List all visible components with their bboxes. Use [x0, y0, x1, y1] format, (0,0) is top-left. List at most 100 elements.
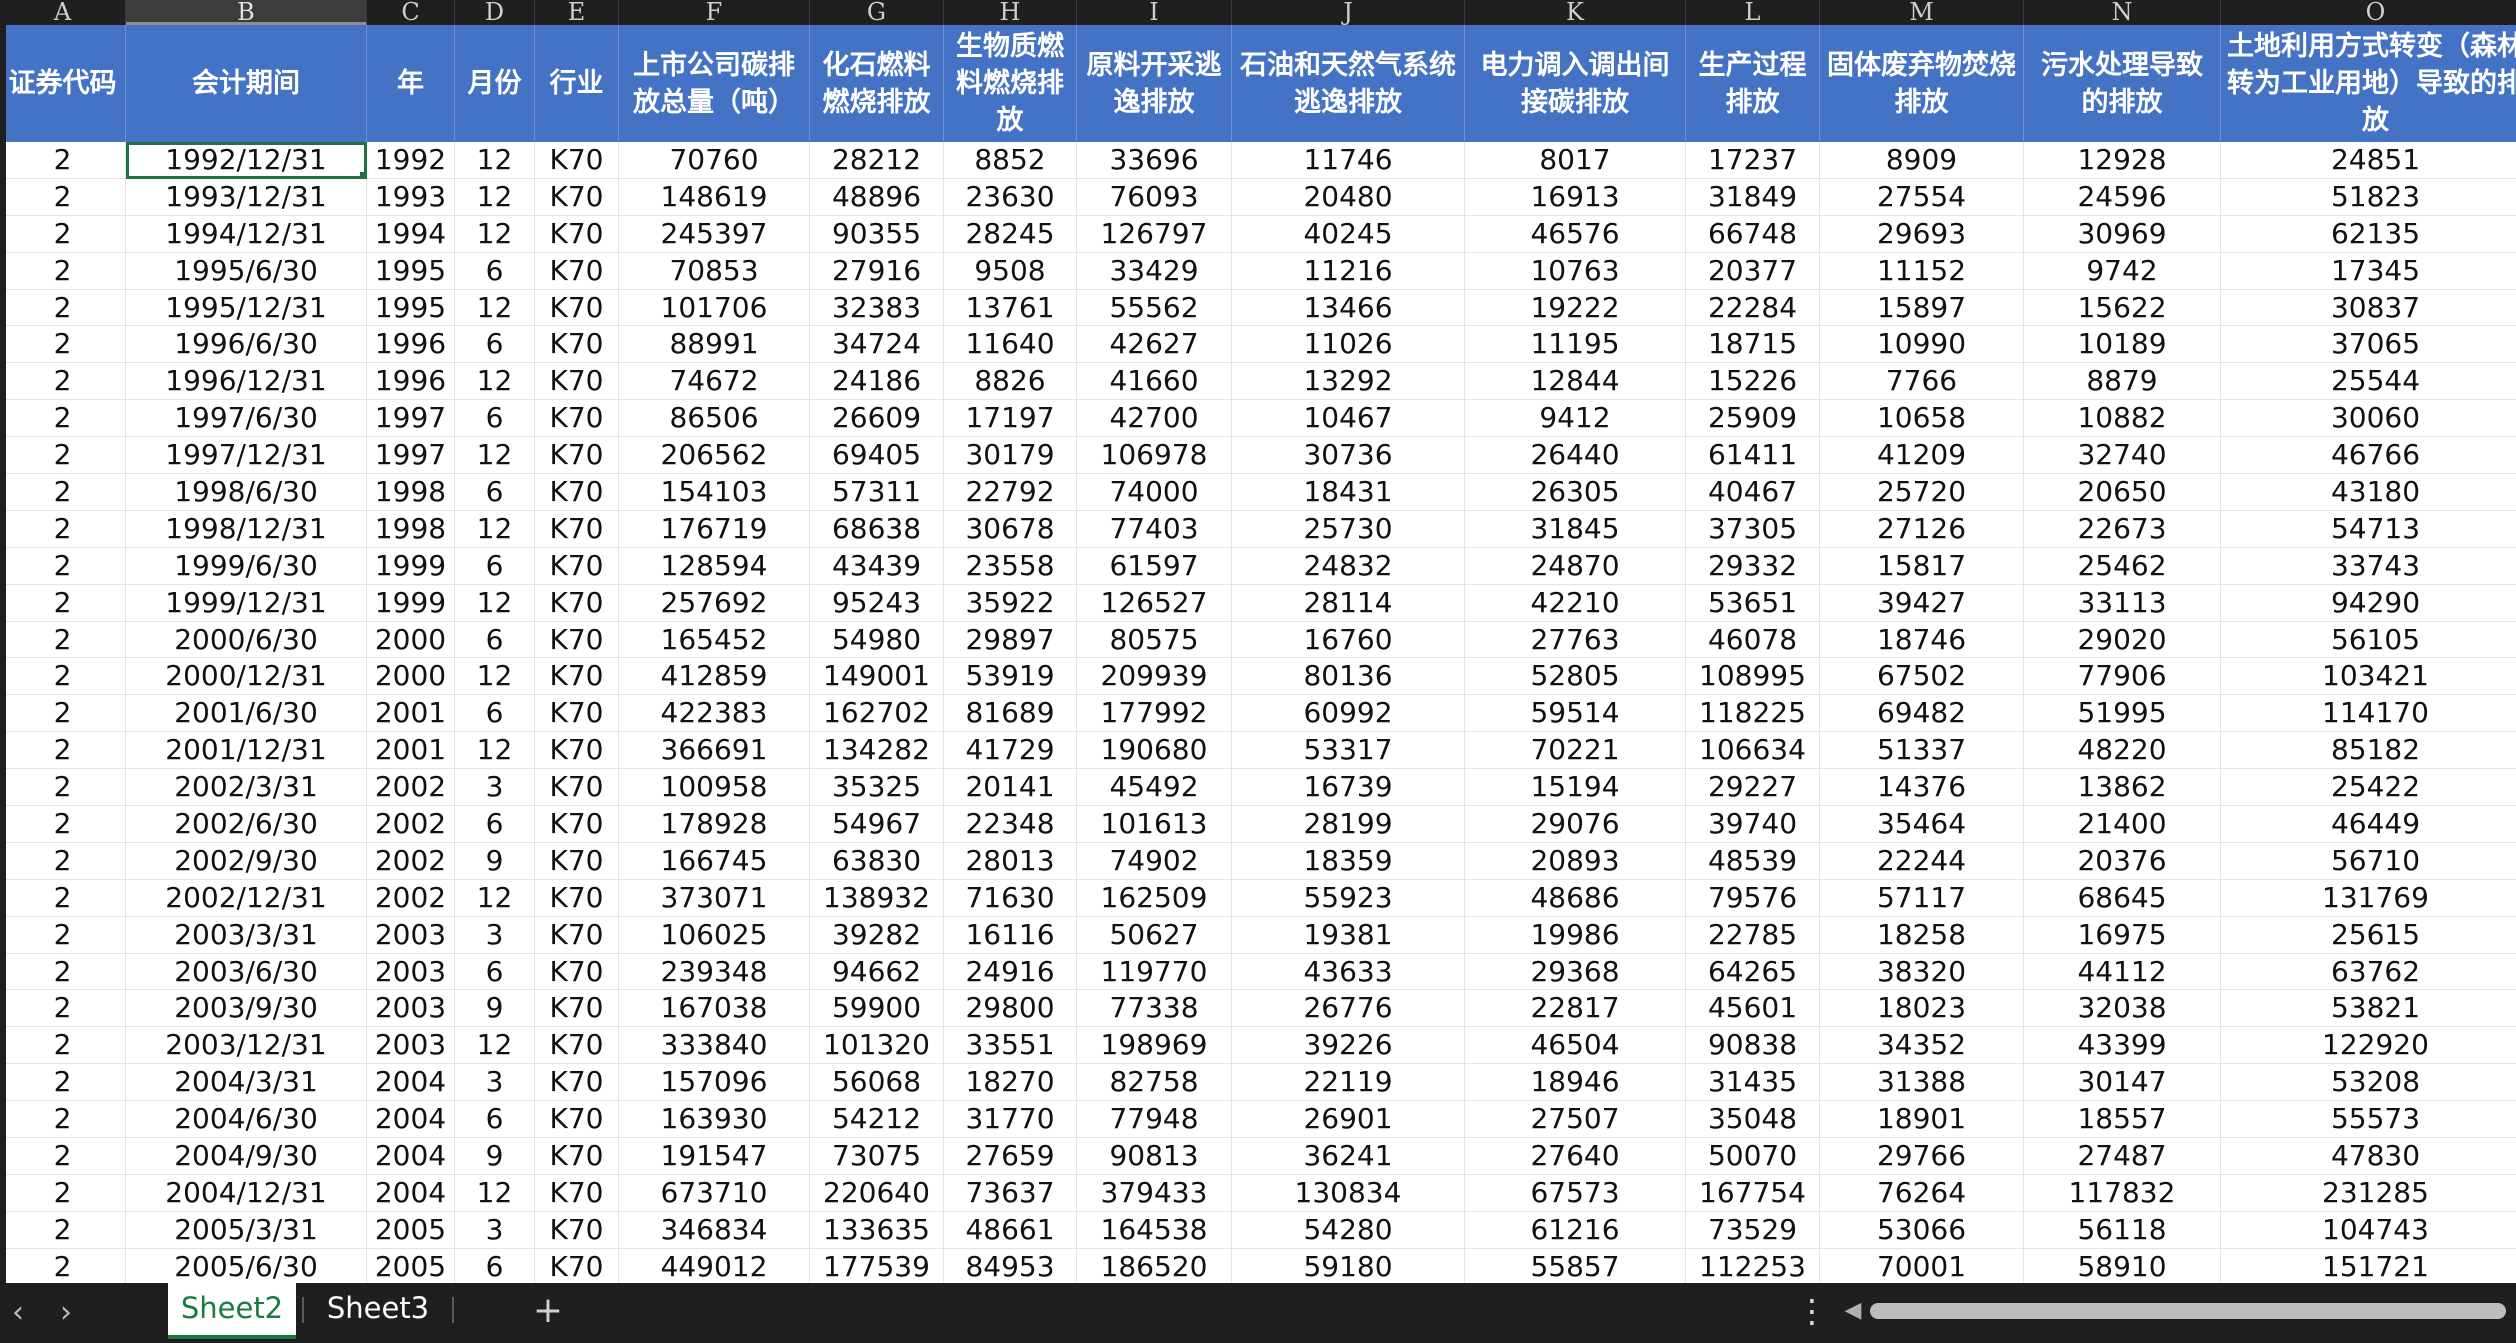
table-cell[interactable]: 2 — [0, 326, 126, 364]
table-cell[interactable]: 56105 — [2221, 622, 2516, 659]
table-cell[interactable]: 101706 — [619, 289, 810, 327]
table-cell[interactable]: 117832 — [2024, 1174, 2221, 1212]
table-cell[interactable]: 27659 — [944, 1138, 1077, 1175]
table-cell[interactable]: 27640 — [1465, 1138, 1686, 1175]
table-cell[interactable]: 2004/9/30 — [126, 1138, 367, 1175]
table-cell[interactable]: 2000/12/31 — [126, 658, 367, 696]
table-cell[interactable]: 11216 — [1232, 252, 1465, 290]
table-cell[interactable]: 34352 — [1820, 1027, 2024, 1065]
table-cell[interactable]: 53208 — [2221, 1064, 2516, 1102]
table-cell[interactable]: 70853 — [619, 252, 810, 290]
table-cell[interactable]: 77906 — [2024, 658, 2221, 696]
table-cell[interactable]: 44112 — [2024, 953, 2221, 991]
table-cell[interactable]: 2000 — [367, 658, 455, 696]
table-cell[interactable]: 77403 — [1077, 510, 1232, 548]
table-cell[interactable]: 29227 — [1686, 769, 1820, 807]
tab-sheet2[interactable]: Sheet2 — [168, 1283, 296, 1339]
table-cell[interactable]: 2000/6/30 — [126, 621, 367, 659]
table-cell[interactable]: 42700 — [1077, 400, 1232, 438]
table-cell[interactable]: 8852 — [944, 142, 1077, 179]
table-cell[interactable]: 163930 — [619, 1101, 810, 1139]
table-cell[interactable]: 48220 — [2024, 732, 2221, 770]
table-cell[interactable]: 2003/3/31 — [126, 916, 367, 954]
table-cell[interactable]: 69405 — [810, 437, 944, 475]
table-cell[interactable]: 74902 — [1077, 842, 1232, 880]
table-cell[interactable]: 14376 — [1820, 769, 2024, 807]
table-cell[interactable]: 12 — [455, 289, 535, 327]
table-cell[interactable]: 206562 — [619, 437, 810, 475]
chevron-right-icon[interactable]: › — [48, 1295, 84, 1331]
table-cell[interactable]: 119770 — [1077, 953, 1232, 991]
table-cell[interactable]: 40467 — [1686, 474, 1820, 511]
table-cell[interactable]: 61216 — [1465, 1211, 1686, 1249]
table-cell[interactable]: 16739 — [1232, 769, 1465, 807]
table-cell[interactable]: 1997/6/30 — [126, 400, 367, 438]
table-cell[interactable]: 29766 — [1820, 1138, 2024, 1175]
table-cell[interactable]: 43180 — [2221, 474, 2516, 511]
table-cell[interactable]: 33429 — [1077, 252, 1232, 290]
table-cell[interactable]: 41729 — [944, 732, 1077, 770]
table-cell[interactable]: 1994/12/31 — [126, 215, 367, 253]
table-cell[interactable]: 2 — [0, 178, 126, 216]
table-cell[interactable]: 66748 — [1686, 215, 1820, 253]
table-cell[interactable]: 22785 — [1686, 916, 1820, 954]
column-header[interactable]: 原料开采逃逸排放 — [1077, 25, 1232, 142]
table-cell[interactable]: 46449 — [2221, 806, 2516, 843]
table-cell[interactable]: 15194 — [1465, 769, 1686, 807]
table-cell[interactable]: 2 — [0, 252, 126, 290]
table-cell[interactable]: 164538 — [1077, 1211, 1232, 1249]
table-cell[interactable]: 12 — [455, 510, 535, 548]
table-cell[interactable]: 162702 — [810, 695, 944, 733]
table-cell[interactable]: 333840 — [619, 1027, 810, 1065]
table-cell[interactable]: 2 — [0, 215, 126, 253]
table-cell[interactable]: 77338 — [1077, 990, 1232, 1028]
table-cell[interactable]: K70 — [535, 474, 619, 511]
table-cell[interactable]: 46078 — [1686, 621, 1820, 659]
table-cell[interactable]: 18901 — [1820, 1101, 2024, 1139]
table-cell[interactable]: 53317 — [1232, 732, 1465, 770]
column-header[interactable]: 电力调入调出间接碳排放 — [1465, 25, 1686, 142]
table-cell[interactable]: 10990 — [1820, 326, 2024, 364]
table-cell[interactable]: 2003 — [367, 1027, 455, 1065]
table-cell[interactable]: 19222 — [1465, 289, 1686, 327]
table-cell[interactable]: K70 — [535, 363, 619, 401]
table-cell[interactable]: 2 — [0, 658, 126, 696]
table-cell[interactable]: 48686 — [1465, 879, 1686, 917]
column-header[interactable]: 污水处理导致的排放 — [2024, 25, 2221, 142]
table-cell[interactable]: 30837 — [2221, 290, 2516, 327]
table-cell[interactable]: 16116 — [944, 916, 1077, 954]
table-cell[interactable]: 2005/6/30 — [126, 1248, 367, 1286]
table-cell[interactable]: 239348 — [619, 953, 810, 991]
table-cell[interactable]: 1999 — [367, 547, 455, 585]
table-cell[interactable]: 56710 — [2221, 843, 2516, 880]
table-cell[interactable]: 13466 — [1232, 289, 1465, 327]
table-cell[interactable]: 25544 — [2221, 363, 2516, 401]
table-cell[interactable]: 15817 — [1820, 547, 2024, 585]
table-cell[interactable]: 28013 — [944, 842, 1077, 880]
table-cell[interactable]: 58910 — [2024, 1248, 2221, 1286]
table-cell[interactable]: 18023 — [1820, 990, 2024, 1028]
table-cell[interactable]: 2 — [0, 400, 126, 438]
table-cell[interactable]: 114170 — [2221, 695, 2516, 733]
table-cell[interactable]: 10189 — [2024, 326, 2221, 364]
table-cell[interactable]: 2001/12/31 — [126, 732, 367, 770]
table-cell[interactable]: 1994 — [367, 215, 455, 253]
table-cell[interactable]: 28114 — [1232, 584, 1465, 622]
table-cell[interactable]: 30736 — [1232, 437, 1465, 475]
table-cell[interactable]: 245397 — [619, 215, 810, 253]
table-cell[interactable]: 67502 — [1820, 658, 2024, 696]
table-cell[interactable]: 56118 — [2024, 1211, 2221, 1249]
table-cell[interactable]: 2001 — [367, 695, 455, 733]
table-cell[interactable]: 51995 — [2024, 695, 2221, 733]
table-cell[interactable]: 122920 — [2221, 1027, 2516, 1065]
table-cell[interactable]: 24916 — [944, 953, 1077, 991]
table-cell[interactable]: 90838 — [1686, 1027, 1820, 1065]
table-cell[interactable]: 31435 — [1686, 1064, 1820, 1102]
table-cell[interactable]: 1993 — [367, 178, 455, 216]
table-cell[interactable]: 30060 — [2221, 400, 2516, 438]
table-cell[interactable]: 412859 — [619, 658, 810, 696]
table-cell[interactable]: 6 — [455, 474, 535, 511]
table-cell[interactable]: 31845 — [1465, 510, 1686, 548]
table-cell[interactable]: 149001 — [810, 658, 944, 696]
table-cell[interactable]: 2 — [0, 879, 126, 917]
